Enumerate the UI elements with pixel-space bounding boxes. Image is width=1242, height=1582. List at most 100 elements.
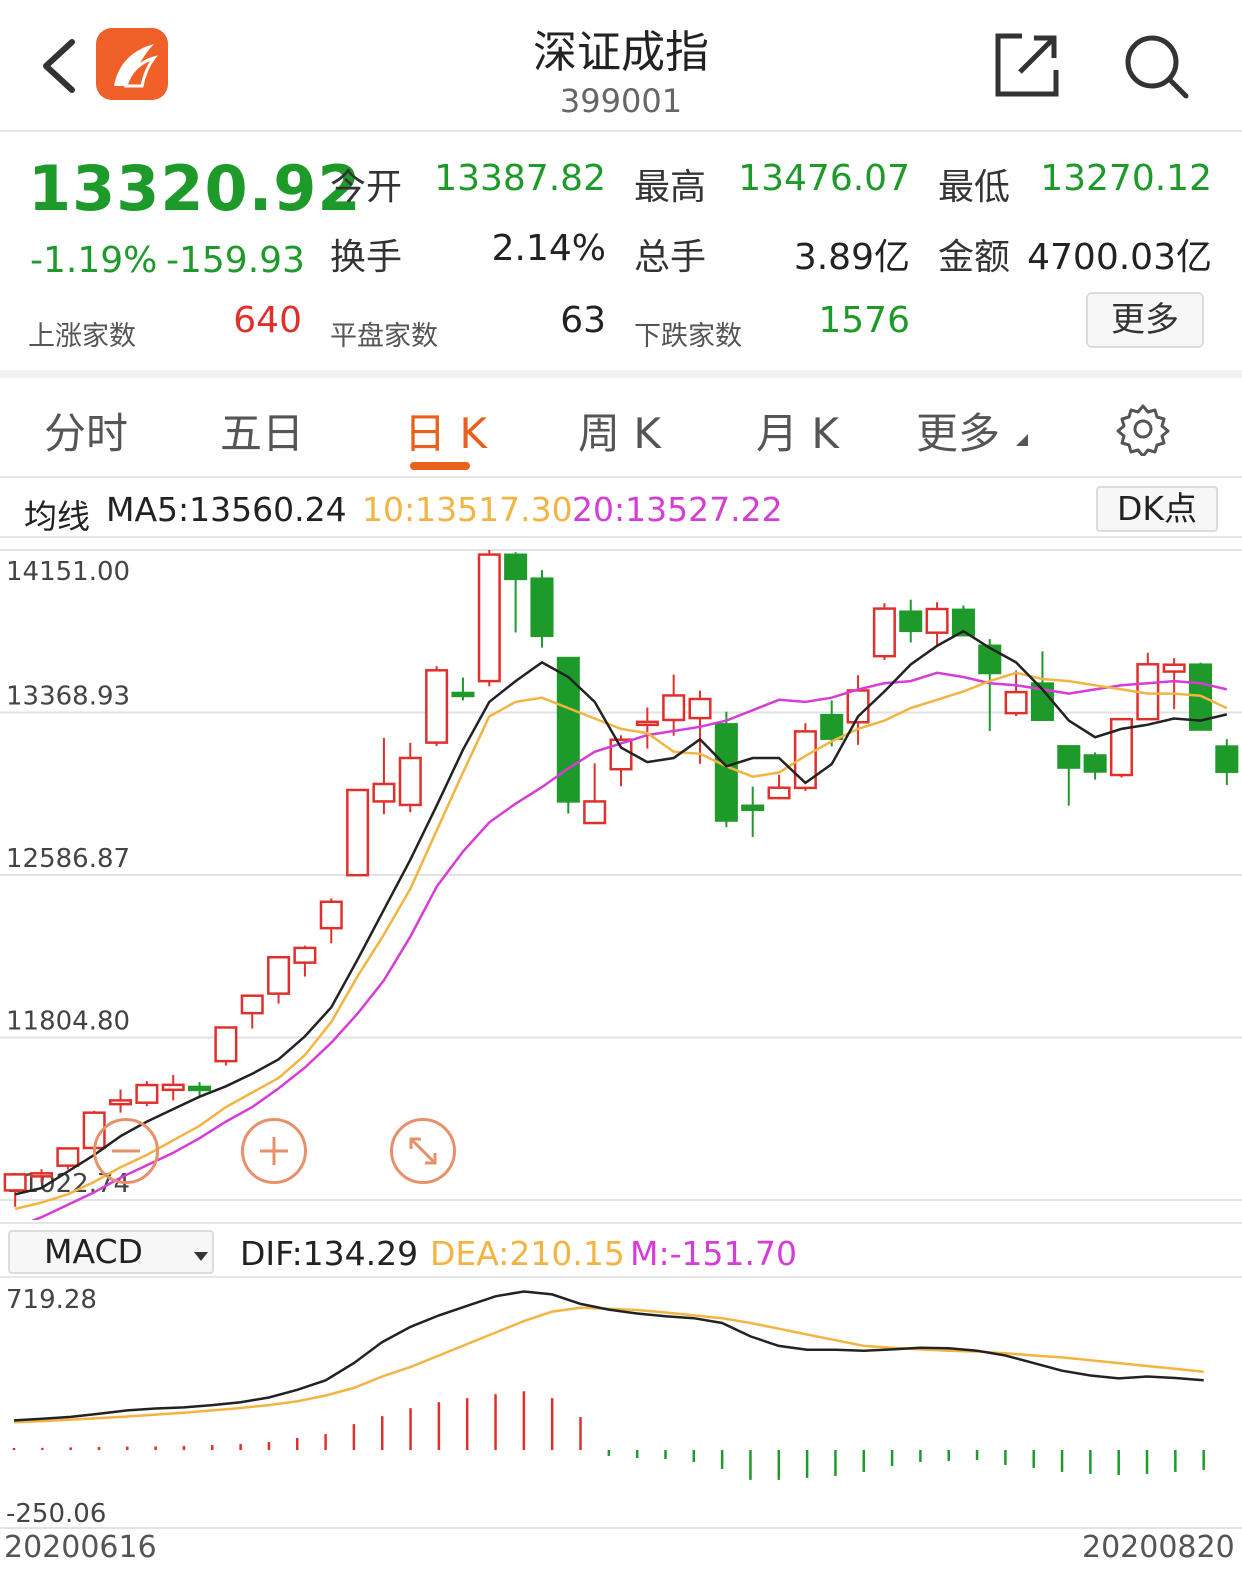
candle xyxy=(135,1081,159,1107)
candle xyxy=(1030,651,1054,722)
candle xyxy=(741,786,765,837)
candle xyxy=(346,788,370,877)
ma5-value: MA5:13560.24 xyxy=(106,490,347,529)
low-value: 13270.12 xyxy=(1040,158,1212,199)
tab-daily-k[interactable]: 日 K xyxy=(404,400,487,461)
volume-value: 3.89亿 xyxy=(793,237,910,278)
zoom-out-button[interactable] xyxy=(93,1118,159,1184)
candle xyxy=(240,994,264,1029)
period-tabs: 分时 五日 日 K 周 K 月 K 更多 xyxy=(0,378,1242,478)
current-price: 13320.92 xyxy=(28,152,362,225)
candle-body xyxy=(346,788,370,877)
candle xyxy=(899,599,923,643)
candle-body xyxy=(1162,663,1186,673)
candle-body xyxy=(135,1083,159,1104)
candle-body xyxy=(425,669,449,744)
candle-body xyxy=(1004,690,1028,715)
plus-icon xyxy=(260,1137,288,1165)
candle-body xyxy=(1057,745,1081,769)
candle-body xyxy=(635,720,659,727)
candle xyxy=(583,763,607,825)
chevron-down-icon xyxy=(194,1252,208,1261)
quote-panel: 13320.92 -1.19% -159.93 今开 13387.82 最高 1… xyxy=(0,134,1242,370)
active-tab-indicator xyxy=(410,462,470,470)
end-date-label: 20200820 xyxy=(1082,1530,1235,1565)
tab-monthly-k[interactable]: 月 K xyxy=(756,400,839,461)
start-date-label: 20200616 xyxy=(4,1530,157,1565)
more-quote-button[interactable]: 更多 xyxy=(1086,292,1204,348)
change-value: -159.93 xyxy=(166,240,305,281)
minus-icon xyxy=(112,1149,140,1153)
candle xyxy=(1083,752,1107,780)
candle xyxy=(530,570,554,648)
candle-body xyxy=(741,804,765,811)
open-label: 今开 xyxy=(330,167,403,208)
zoom-in-button[interactable] xyxy=(241,1118,307,1184)
candle-body xyxy=(714,723,738,822)
macd-chart[interactable]: 719.28 -250.06 xyxy=(0,1280,1242,1530)
ma20-value: 20:13527.22 xyxy=(572,490,783,529)
candle-body xyxy=(214,1026,238,1063)
candle-body xyxy=(767,786,791,800)
dea-line xyxy=(13,1306,1204,1424)
gear-icon[interactable] xyxy=(1116,402,1170,456)
dropdown-corner-icon xyxy=(1016,434,1028,446)
y-tick-label: 11804.80 xyxy=(6,1007,130,1037)
amount-value: 4700.03亿 xyxy=(1027,237,1212,278)
tab-weekly-k[interactable]: 周 K xyxy=(578,400,661,461)
turnover-value: 2.14% xyxy=(491,228,606,269)
candle-body xyxy=(530,577,554,638)
candle xyxy=(872,603,896,660)
candle-body xyxy=(477,553,501,683)
candle-body xyxy=(925,607,949,634)
macd-legend: MACD DIF:134.29 DEA:210.15 M:-151.70 xyxy=(0,1222,1242,1278)
candle-body xyxy=(872,607,896,658)
candle xyxy=(214,1026,238,1066)
candle xyxy=(1004,670,1028,717)
candle xyxy=(556,656,580,814)
candle xyxy=(1136,652,1160,721)
tab-five-day[interactable]: 五日 xyxy=(220,400,304,461)
tab-more[interactable]: 更多 xyxy=(916,400,1000,461)
candle xyxy=(504,552,528,633)
candle-body xyxy=(161,1083,185,1092)
volume-label: 总手 xyxy=(634,237,707,278)
candle-body xyxy=(662,694,686,722)
indicator-select-value: MACD xyxy=(44,1232,143,1271)
candle xyxy=(635,707,659,749)
candle-body xyxy=(398,756,422,807)
unchanged-label: 平盘家数 xyxy=(330,321,438,352)
low-label: 最低 xyxy=(938,167,1011,208)
y-tick-label: 12586.87 xyxy=(6,844,130,874)
candle-body xyxy=(188,1085,212,1092)
open-value: 13387.82 xyxy=(434,158,606,199)
candlestick-chart[interactable]: 14151.0013368.9312586.8711804.8011022.74 xyxy=(0,540,1242,1220)
candle xyxy=(319,898,343,944)
decliners-count: 1576 xyxy=(818,300,910,341)
candle xyxy=(372,738,396,815)
candle xyxy=(293,945,317,977)
indicator-select[interactable]: MACD xyxy=(8,1230,214,1274)
candle xyxy=(161,1075,185,1101)
dk-point-button[interactable]: DK点 xyxy=(1096,486,1218,532)
candle-body xyxy=(3,1173,27,1192)
fullscreen-button[interactable] xyxy=(390,1118,456,1184)
decliners-label: 下跌家数 xyxy=(634,321,742,352)
candle-body xyxy=(1083,754,1107,773)
candle xyxy=(1215,739,1239,786)
candle-body xyxy=(556,656,580,803)
y-tick-label: 14151.00 xyxy=(6,557,130,587)
candle xyxy=(662,674,686,736)
section-divider xyxy=(0,370,1242,378)
y-tick-label: 719.28 xyxy=(6,1285,97,1315)
candle xyxy=(109,1089,133,1113)
candle xyxy=(1162,658,1186,710)
moving-average-legend: 均线 MA5:13560.24 10:13517.30 20:13527.22 … xyxy=(0,480,1242,538)
share-icon[interactable] xyxy=(992,30,1062,100)
search-icon[interactable] xyxy=(1120,30,1190,100)
candle-body xyxy=(688,697,712,720)
turnover-label: 换手 xyxy=(330,237,403,278)
tab-intraday[interactable]: 分时 xyxy=(44,400,128,461)
candle-body xyxy=(820,713,844,740)
candle xyxy=(820,700,844,747)
